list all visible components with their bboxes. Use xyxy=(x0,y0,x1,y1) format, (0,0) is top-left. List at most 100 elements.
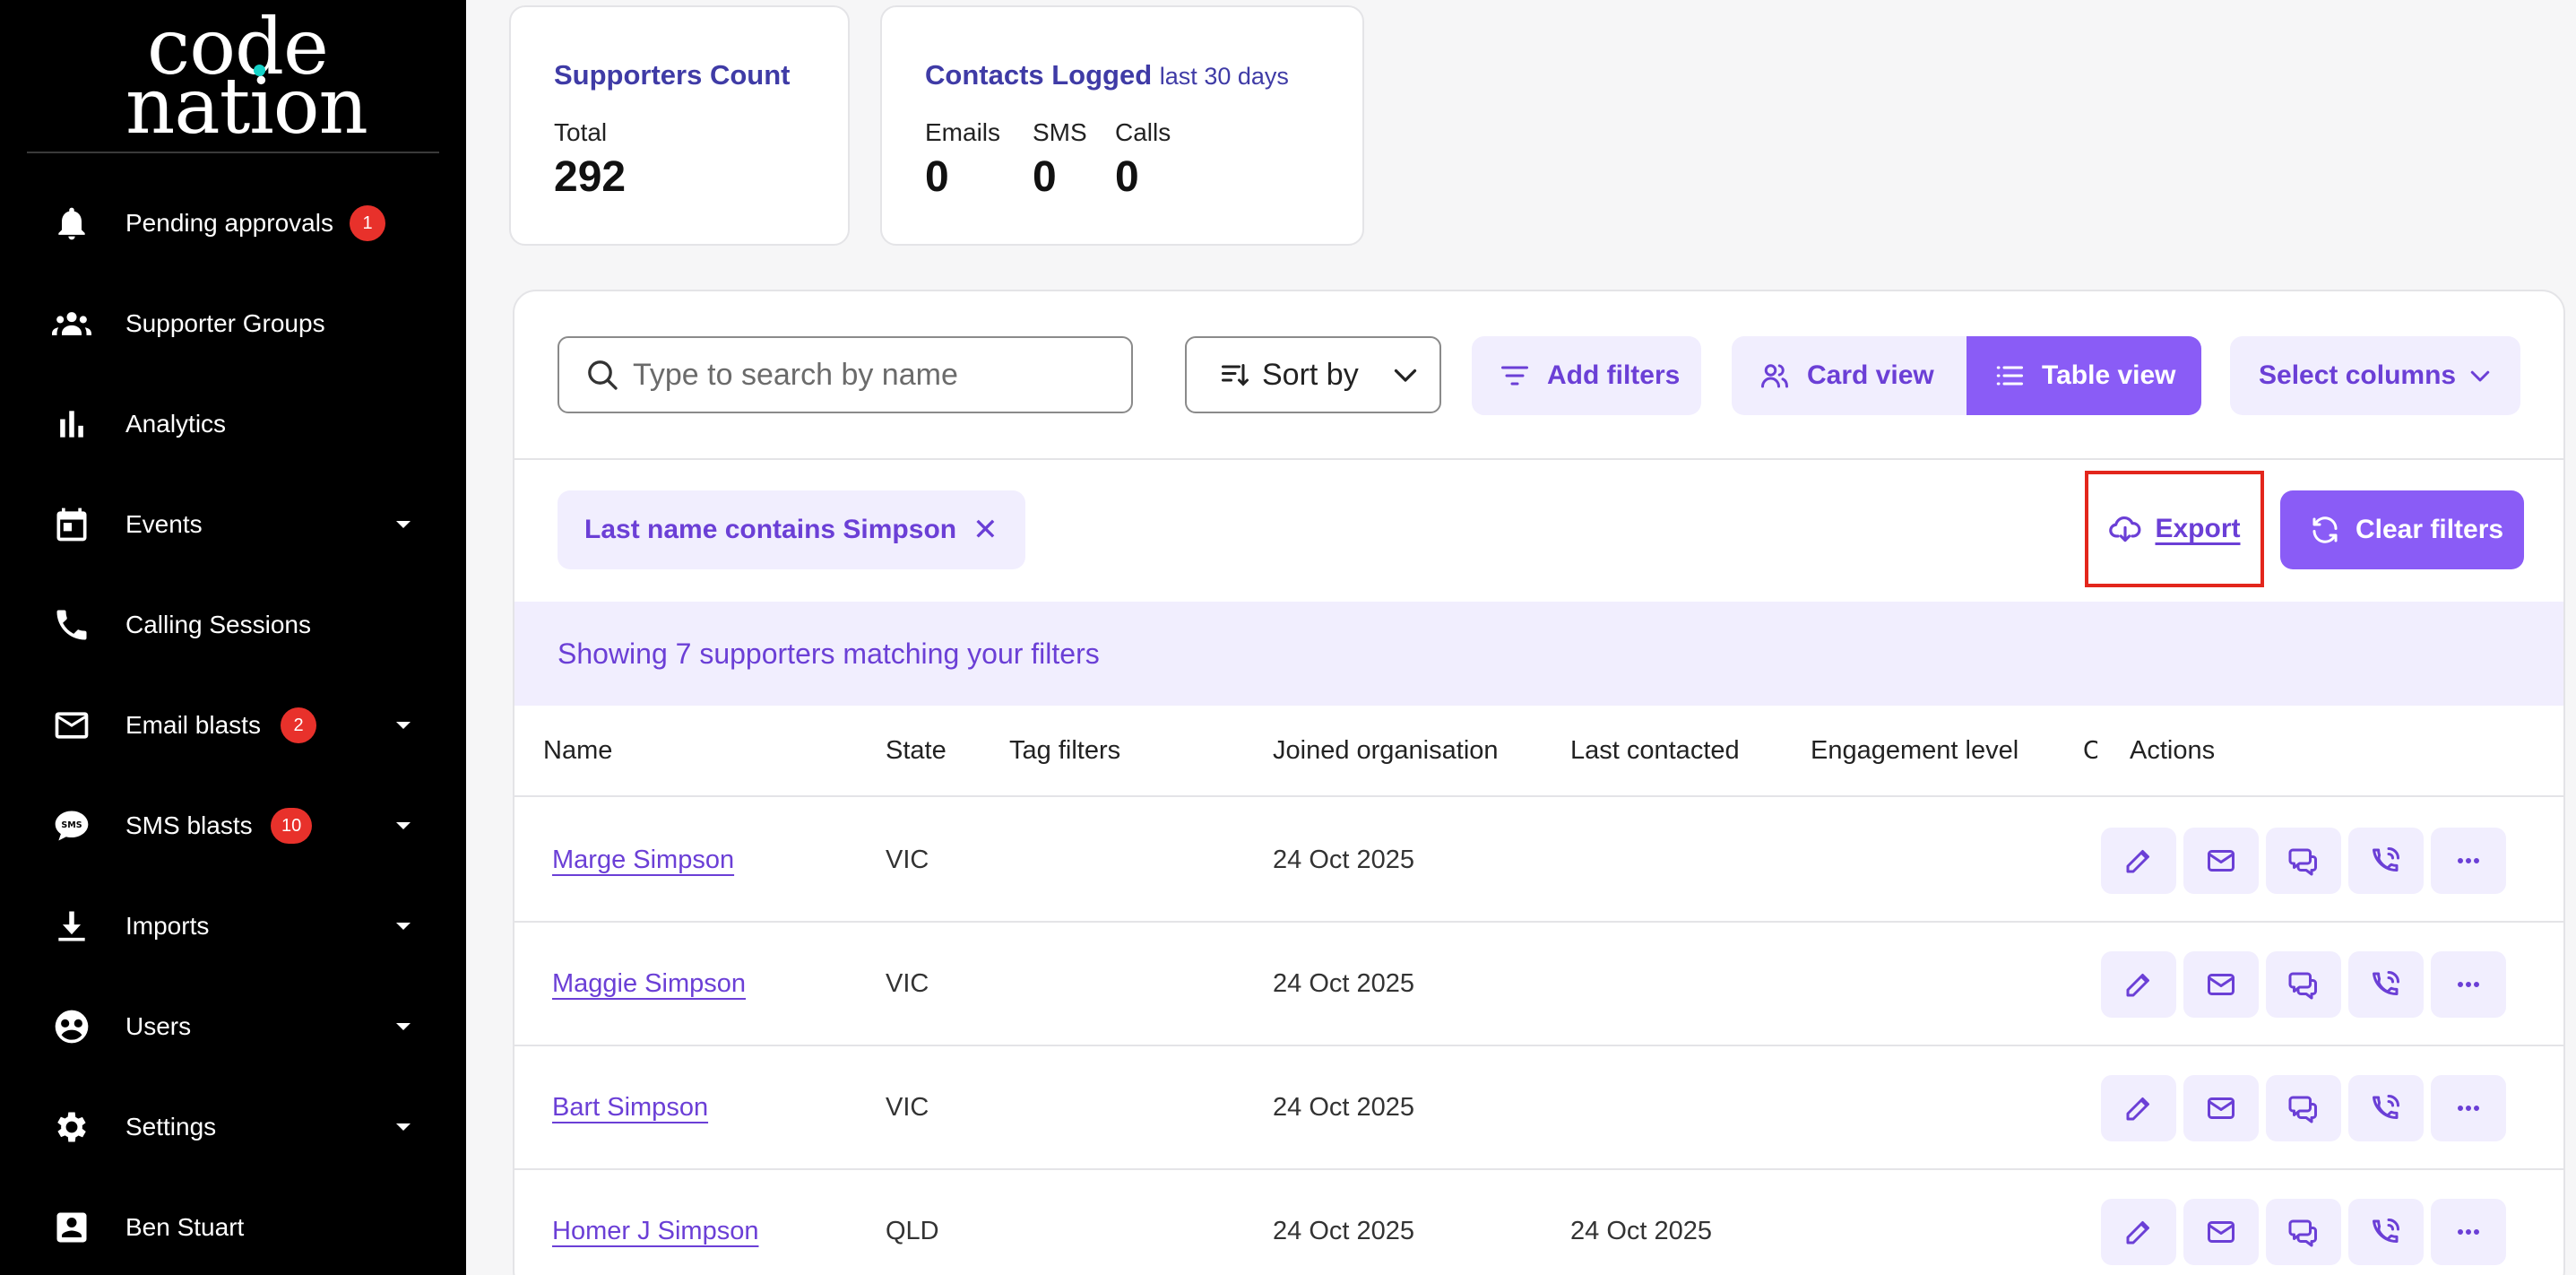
edit-icon xyxy=(2126,974,2149,997)
sidebar-item-email-blasts[interactable]: Email blasts 2 xyxy=(0,690,466,761)
chat-icon xyxy=(2288,972,2317,1000)
chevron-down-icon[interactable] xyxy=(396,521,411,528)
sidebar-item-events[interactable]: Events xyxy=(0,489,466,560)
cell-state: QLD xyxy=(886,1216,939,1245)
table-view-label: Table view xyxy=(2042,360,2176,390)
sidebar-item-account[interactable]: Ben Stuart xyxy=(0,1192,466,1263)
cell-joined: 24 Oct 2025 xyxy=(1273,968,1414,998)
sidebar-item-label: Users xyxy=(125,1012,192,1040)
supporters-count-card: Supporters Count Total 292 xyxy=(509,5,850,246)
sidebar-item-analytics[interactable]: Analytics xyxy=(0,388,466,460)
column-header-engagement[interactable]: Engagement level xyxy=(1811,706,2018,795)
chevron-down-icon xyxy=(2470,370,2490,382)
sidebar-item-sms-blasts[interactable]: SMS SMS blasts 10 xyxy=(0,790,466,862)
chevron-down-icon[interactable] xyxy=(396,822,411,829)
column-header-tag-filters[interactable]: Tag filters xyxy=(1009,706,1120,795)
card-title: Contacts Logged last 30 days xyxy=(925,59,1289,91)
mail-icon xyxy=(2208,1221,2235,1243)
sidebar-item-users[interactable]: Users xyxy=(0,991,466,1062)
sidebar-item-imports[interactable]: Imports xyxy=(0,890,466,962)
edit-button[interactable] xyxy=(2101,828,2176,894)
edit-button[interactable] xyxy=(2101,951,2176,1018)
column-header-joined[interactable]: Joined organisation xyxy=(1273,706,1499,795)
email-button[interactable] xyxy=(2183,828,2259,894)
column-header-state[interactable]: State xyxy=(886,706,947,795)
sidebar-item-label: Supporter Groups xyxy=(125,309,325,337)
supporter-name-link[interactable]: Maggie Simpson xyxy=(552,969,746,999)
chevron-down-icon[interactable] xyxy=(396,923,411,930)
card-view-label: Card view xyxy=(1807,360,1934,390)
table-view-button[interactable]: Table view xyxy=(1967,336,2201,415)
sidebar-item-pending-approvals[interactable]: Pending approvals 1 xyxy=(0,187,466,259)
sms-button[interactable] xyxy=(2266,1075,2341,1141)
refresh-icon xyxy=(2312,516,2338,543)
cell-joined: 24 Oct 2025 xyxy=(1273,1216,1414,1245)
chat-icon xyxy=(2288,1219,2317,1247)
card-subtitle: last 30 days xyxy=(1159,63,1289,90)
list-icon xyxy=(1996,366,2023,386)
edit-button[interactable] xyxy=(2101,1199,2176,1265)
close-icon[interactable]: ✕ xyxy=(972,512,998,548)
supporters-panel: Sort by Add filters Card view Table view… xyxy=(513,290,2565,1275)
edit-icon xyxy=(2126,1221,2149,1245)
users-icon xyxy=(51,1006,92,1047)
sidebar-item-label: Email blasts xyxy=(125,711,261,739)
call-button[interactable] xyxy=(2348,951,2424,1018)
call-button[interactable] xyxy=(2348,1199,2424,1265)
stat-value-calls: 0 xyxy=(1115,153,1139,201)
search-input[interactable] xyxy=(633,357,1117,393)
mail-icon xyxy=(2208,974,2235,995)
supporter-name-link[interactable]: Marge Simpson xyxy=(552,846,734,875)
more-actions-button[interactable] xyxy=(2431,828,2506,894)
supporter-name-link[interactable]: Homer J Simpson xyxy=(552,1217,758,1246)
email-button[interactable] xyxy=(2183,1075,2259,1141)
sort-by-button[interactable]: Sort by xyxy=(1185,336,1441,413)
search-box xyxy=(558,336,1133,413)
column-header-name[interactable]: Name xyxy=(543,706,612,795)
sms-button[interactable] xyxy=(2266,1199,2341,1265)
cell-state: VIC xyxy=(886,845,929,874)
supporter-name-link[interactable]: Bart Simpson xyxy=(552,1093,708,1123)
stat-value-sms: 0 xyxy=(1033,153,1057,201)
filter-icon xyxy=(1501,366,1528,386)
add-filters-label: Add filters xyxy=(1547,360,1681,390)
card-view-button[interactable]: Card view xyxy=(1732,336,1968,415)
more-actions-button[interactable] xyxy=(2431,1075,2506,1141)
sort-icon xyxy=(1222,364,1249,386)
people-icon xyxy=(1761,364,1788,388)
sidebar-item-supporter-groups[interactable]: Supporter Groups xyxy=(0,288,466,360)
export-link[interactable]: Export xyxy=(2085,471,2264,587)
card-title-text: Contacts Logged xyxy=(925,59,1153,91)
sms-icon: SMS xyxy=(51,805,92,846)
clear-filters-button[interactable]: Clear filters xyxy=(2280,490,2524,569)
email-button[interactable] xyxy=(2183,1199,2259,1265)
mail-icon xyxy=(2208,1097,2235,1119)
sidebar-item-calling-sessions[interactable]: Calling Sessions xyxy=(0,589,466,661)
phone-call-icon xyxy=(2373,1219,2399,1244)
column-header-truncated[interactable]: C xyxy=(2083,706,2097,795)
sidebar-item-label: SMS blasts xyxy=(125,811,253,839)
sidebar-item-settings[interactable]: Settings xyxy=(0,1091,466,1163)
sms-button[interactable] xyxy=(2266,828,2341,894)
chevron-down-icon[interactable] xyxy=(396,1123,411,1131)
filter-chip[interactable]: Last name contains Simpson ✕ xyxy=(558,490,1025,569)
call-button[interactable] xyxy=(2348,1075,2424,1141)
call-button[interactable] xyxy=(2348,828,2424,894)
email-button[interactable] xyxy=(2183,951,2259,1018)
more-actions-button[interactable] xyxy=(2431,951,2506,1018)
select-columns-button[interactable]: Select columns xyxy=(2230,336,2520,415)
select-columns-label: Select columns xyxy=(2259,360,2457,390)
cell-state: VIC xyxy=(886,1092,929,1122)
chevron-down-icon[interactable] xyxy=(396,722,411,729)
account-icon xyxy=(51,1207,92,1248)
edit-button[interactable] xyxy=(2101,1075,2176,1141)
column-header-last-contacted[interactable]: Last contacted xyxy=(1570,706,1740,795)
more-actions-button[interactable] xyxy=(2431,1199,2506,1265)
chevron-down-icon[interactable] xyxy=(396,1023,411,1030)
sms-button[interactable] xyxy=(2266,951,2341,1018)
add-filters-button[interactable]: Add filters xyxy=(1472,336,1701,415)
notification-badge: 1 xyxy=(350,205,385,241)
svg-text:SMS: SMS xyxy=(61,820,82,830)
code-nation-logo[interactable]: code nation xyxy=(0,9,466,145)
more-icon xyxy=(2458,1106,2479,1111)
